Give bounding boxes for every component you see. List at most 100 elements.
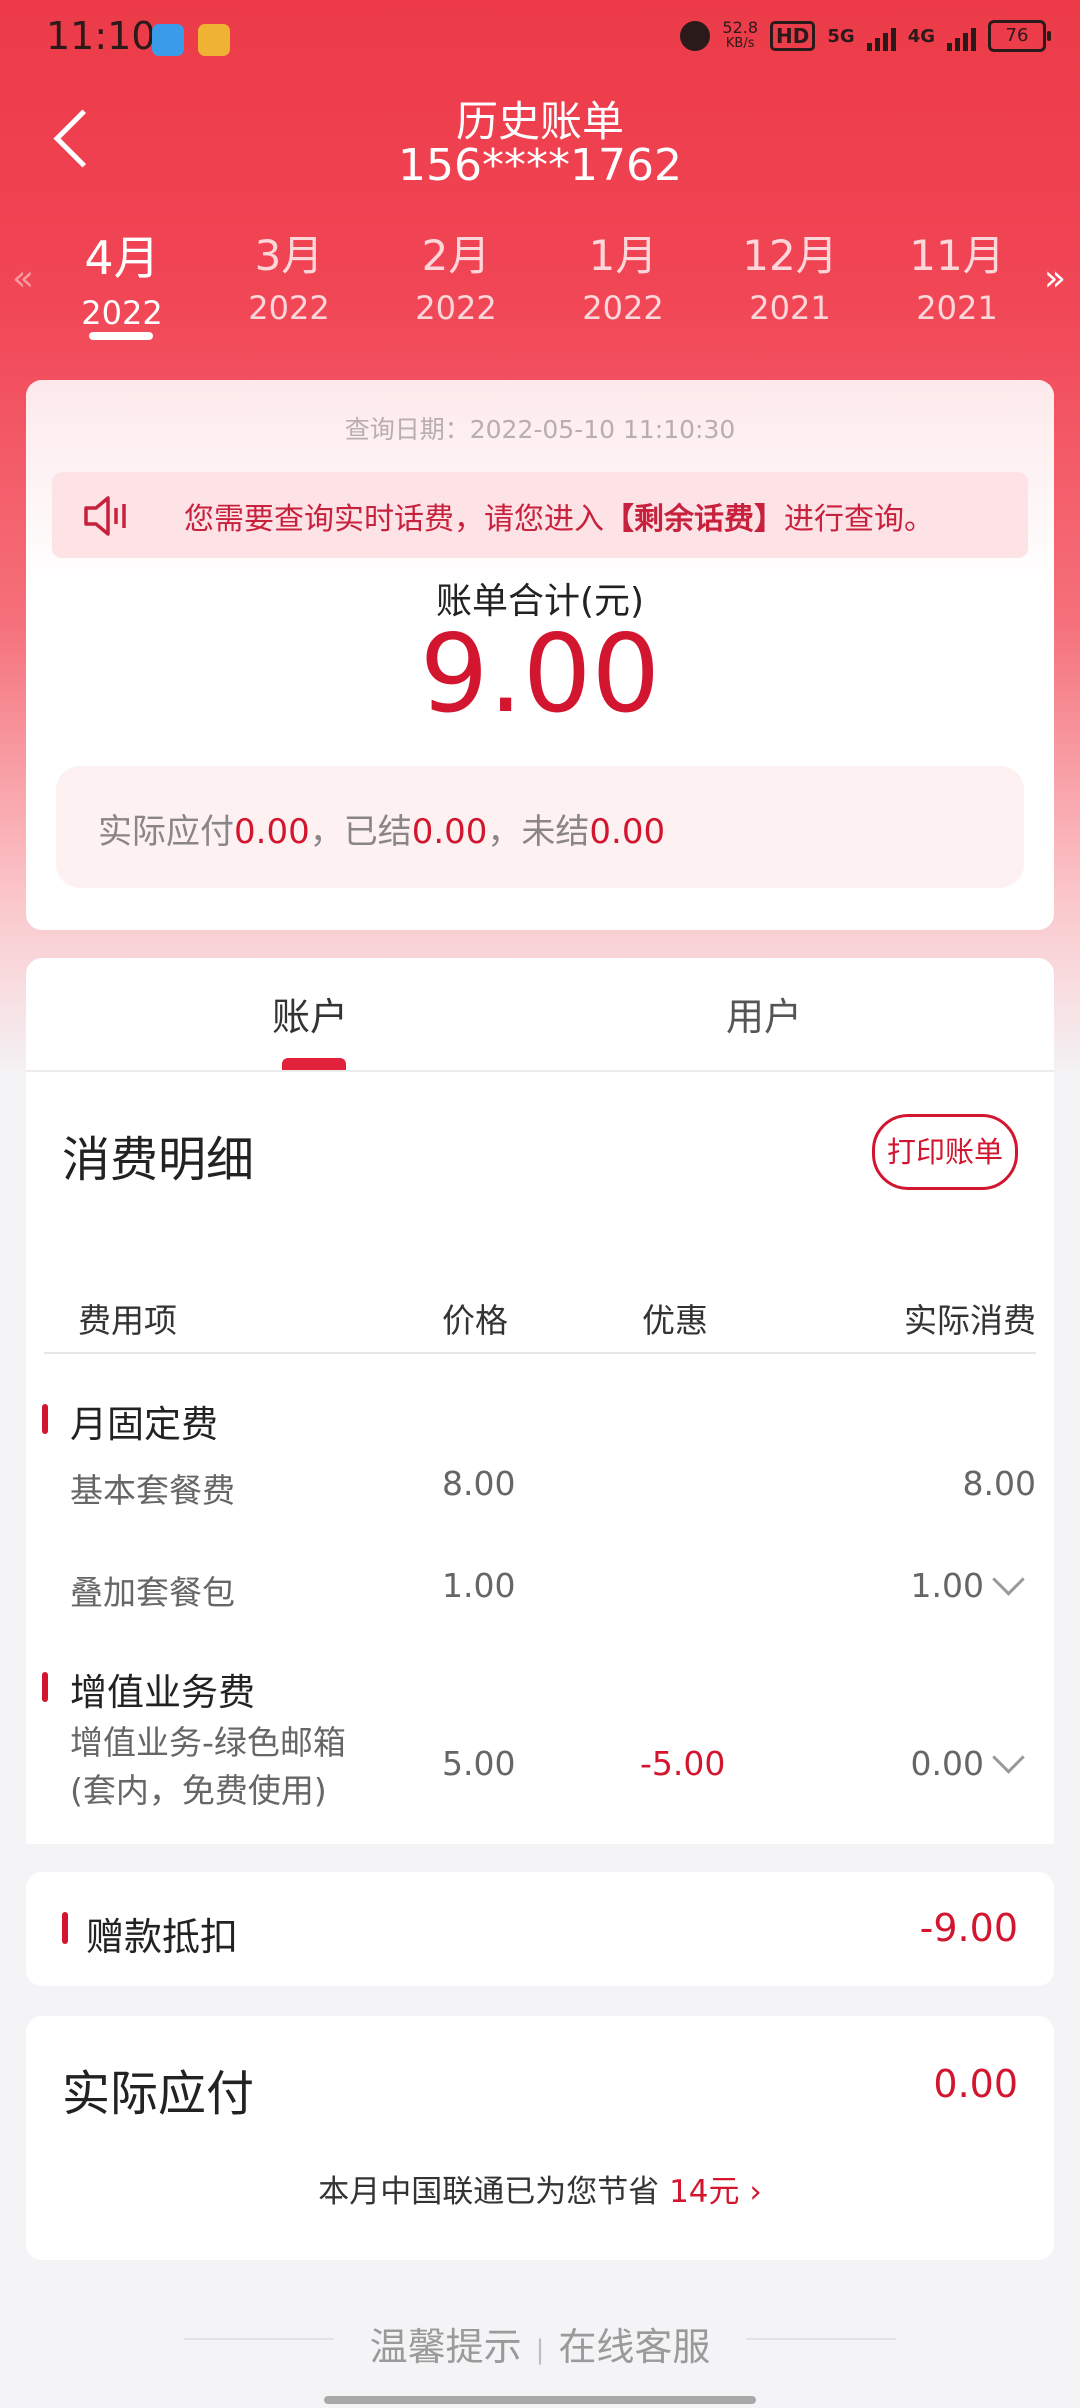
sim2-signal-icon [947,21,976,51]
saving-prefix: 本月中国联通已为您节省 [318,2174,660,2210]
table-header-divider [44,1352,1036,1354]
notice-suffix: 进行查询。 [784,502,934,537]
tab-month-2022-04[interactable]: 4月 2022 [52,222,192,332]
status-bar: 11:10 52.8 KB/s HD 5G 4G 76 [0,0,1080,80]
saving-amount: 14元 [669,2174,740,2210]
tab-month-2022-01[interactable]: 1月 2022 [553,222,693,327]
tab-month-label: 2月 [421,231,491,280]
deduction-label: 赠款抵扣 [86,1915,239,1959]
row-price: 5.00 [442,1744,516,1783]
tab-year-label: 2022 [415,289,497,327]
notice-text: 您需要查询实时话费，请您进入【剩余话费】进行查询。 [184,494,934,538]
chevron-down-icon[interactable] [992,1563,1025,1596]
bill-total-value: 9.00 [419,612,661,737]
speaker-icon [84,496,126,536]
tab-month-label: 12月 [742,231,838,280]
query-date: 查询日期：2022-05-10 11:10:30 [344,415,736,444]
column-header-price: 价格 [442,1301,508,1340]
actual-due-value: 0.00 [234,812,310,852]
row-actual: 8.00 [962,1464,1036,1503]
row-item-name: 基本套餐费 [70,1471,235,1510]
tab-month-2022-02[interactable]: 2月 2022 [386,222,526,327]
deduction-value: -9.00 [919,1906,1018,1950]
tab-user[interactable]: 用户 [726,986,802,1041]
footer-separator: | [535,2334,545,2365]
actual-pay-label: 实际应付 [62,2066,255,2122]
grant-deduction-card: 赠款抵扣 -9.00 [26,1872,1054,1986]
row-price: 8.00 [442,1464,516,1503]
battery-icon: 76 [988,20,1051,52]
consumption-detail-card: 消费明细 打印账单 费用项 价格 优惠 实际消费 月固定费 基本套餐费 8.00… [26,1070,1054,1844]
print-bill-button[interactable]: 打印账单 [872,1114,1018,1190]
notice-prefix: 您需要查询实时话费，请您进入 [184,502,604,537]
tab-year-label: 2021 [916,289,998,327]
row-price: 1.00 [442,1566,516,1605]
month-next-icon[interactable]: » [1044,258,1066,299]
column-header-discount: 优惠 [642,1301,708,1340]
actual-due-label: 实际应付 [98,812,234,852]
section-marker [62,1912,68,1944]
tab-year-label: 2022 [248,289,330,327]
row-actual: 0.00 [910,1744,984,1783]
settled-value: 0.00 [411,812,488,852]
row-item-note: (套内，免费使用) [70,1771,327,1810]
payment-status-box: 实际应付0.00，已结0.00，未结0.00 [56,766,1024,888]
section-label-monthly-fixed: 月固定费 [70,1403,218,1446]
tab-year-label: 2022 [582,289,664,327]
settled-label: ，已结 [309,812,412,852]
network-speed: 52.8 KB/s [722,20,758,52]
sim1-network-type: 5G [827,25,855,47]
unsettled-value: 0.00 [589,812,666,852]
tab-month-label: 4月 [84,231,160,285]
warm-tips-link[interactable]: 温馨提示 [370,2325,522,2369]
footer-links: 温馨提示 | 在线客服 [0,2316,1080,2371]
network-speed-value: 52.8 [722,18,759,37]
chevron-right-icon: › [749,2174,762,2210]
sim2-network-type: 4G [907,25,935,47]
payment-status-line: 实际应付0.00，已结0.00，未结0.00 [98,804,665,853]
account-tab-indicator [282,1058,346,1070]
section-label-value-added: 增值业务费 [70,1671,255,1714]
tab-month-2022-03[interactable]: 3月 2022 [219,222,359,327]
tab-month-label: 11月 [909,231,1005,280]
status-indicators: 52.8 KB/s HD 5G 4G 76 [680,20,1051,52]
tab-month-label: 3月 [254,231,324,280]
network-speed-unit: KB/s [725,36,755,51]
month-prev-icon[interactable]: « [12,258,34,299]
tab-year-label: 2021 [749,289,831,327]
row-discount: -5.00 [640,1744,726,1783]
tab-month-2021-12[interactable]: 12月 2021 [720,222,860,327]
tab-account[interactable]: 账户 [272,986,348,1041]
phone-number: 156****1762 [398,140,682,191]
tab-year-label: 2022 [81,294,163,332]
section-marker [42,1672,48,1702]
unsettled-label: ，未结 [487,812,590,852]
tab-month-2021-11[interactable]: 11月 2021 [887,222,1027,327]
saving-link[interactable]: 本月中国联通已为您节省 14元 › [26,2166,1054,2211]
actual-pay-value: 0.00 [933,2062,1018,2106]
status-time: 11:10 [46,14,156,58]
bill-summary-card: 查询日期：2022-05-10 11:10:30 您需要查询实时话费，请您进入【… [26,380,1054,930]
telegram-app-icon [152,24,184,56]
remaining-fee-link[interactable]: 【剩余话费】 [604,502,784,537]
hd-badge-icon: HD [770,21,816,51]
column-header-actual: 实际消费 [904,1301,1036,1340]
actual-pay-card: 实际应付 0.00 本月中国联通已为您节省 14元 › [26,2016,1054,2260]
row-item-name[interactable]: 增值业务-绿色邮箱 [70,1716,346,1764]
home-indicator[interactable] [324,2396,756,2404]
detail-title: 消费明细 [62,1132,255,1188]
account-user-tabs: 账户 用户 [26,958,1054,1070]
column-header-item: 费用项 [78,1301,177,1340]
online-service-link[interactable]: 在线客服 [558,2325,710,2369]
section-marker [42,1404,48,1434]
row-item-name[interactable]: 叠加套餐包 [70,1566,235,1614]
realtime-fee-notice[interactable]: 您需要查询实时话费，请您进入【剩余话费】进行查询。 [52,472,1028,558]
sim1-signal-icon [866,21,896,51]
footer: 温馨提示 | 在线客服 [0,2276,1080,2408]
alarm-icon [680,21,711,51]
notification-app-icon [198,24,230,56]
chevron-down-icon[interactable] [992,1741,1025,1774]
tab-month-label: 1月 [588,231,658,280]
month-tab-indicator [89,332,153,340]
row-actual: 1.00 [910,1566,984,1605]
